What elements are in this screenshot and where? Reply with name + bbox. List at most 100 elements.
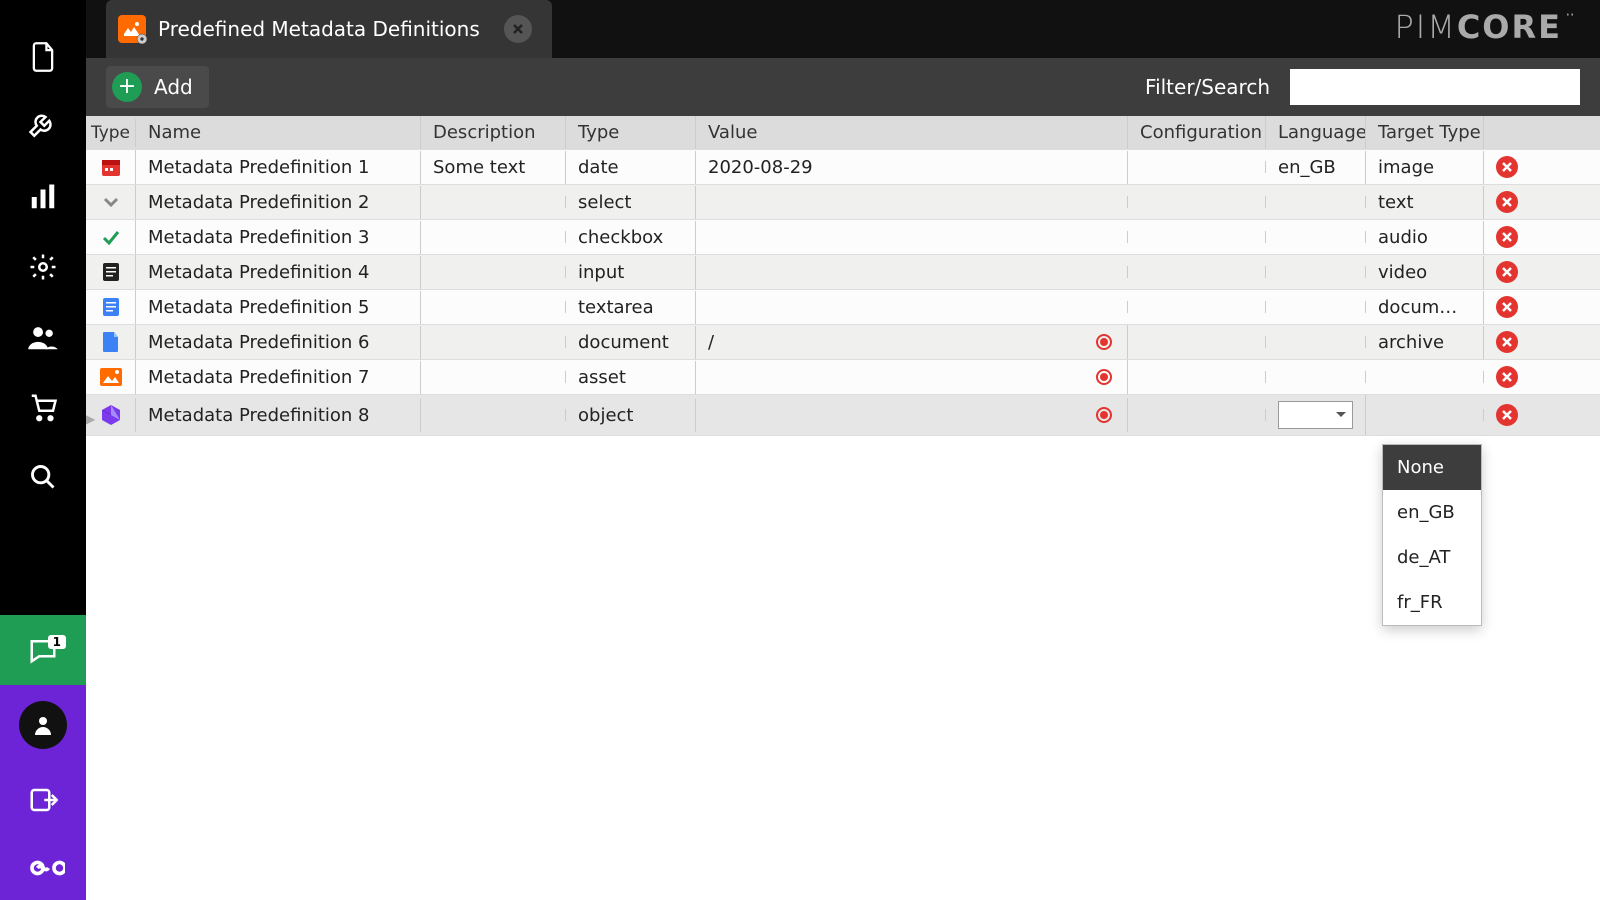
language-option[interactable]: de_AT [1383, 535, 1481, 580]
row-type[interactable]: textarea [566, 291, 696, 324]
row-language[interactable] [1266, 231, 1366, 243]
row-type[interactable]: select [566, 186, 696, 219]
row-config[interactable] [1128, 196, 1266, 208]
row-config[interactable] [1128, 161, 1266, 173]
language-option[interactable]: en_GB [1383, 490, 1481, 535]
language-select[interactable] [1278, 401, 1353, 429]
col-value[interactable]: Value [696, 116, 1128, 149]
row-description[interactable] [421, 231, 566, 243]
splitter-handle[interactable]: ▶ [86, 412, 98, 426]
row-value[interactable] [696, 266, 1128, 278]
col-type[interactable]: Type [566, 116, 696, 149]
table-row[interactable]: Metadata Predefinition 2 select text [86, 185, 1600, 220]
tab-close-button[interactable] [504, 15, 532, 43]
sidebar-search[interactable] [0, 442, 86, 512]
sidebar-settings[interactable] [0, 232, 86, 302]
row-name[interactable]: Metadata Predefinition 3 [136, 221, 421, 254]
delete-button[interactable] [1496, 156, 1518, 178]
filter-input[interactable] [1290, 69, 1580, 105]
language-option[interactable]: fr_FR [1383, 580, 1481, 625]
row-type[interactable]: asset [566, 361, 696, 394]
row-target[interactable]: video [1366, 256, 1484, 289]
row-type[interactable]: date [566, 151, 696, 184]
delete-button[interactable] [1496, 261, 1518, 283]
row-target[interactable]: image [1366, 151, 1484, 184]
row-type[interactable]: object [566, 399, 696, 432]
delete-button[interactable] [1496, 366, 1518, 388]
row-description[interactable] [421, 196, 566, 208]
sidebar-reports[interactable] [0, 162, 86, 232]
col-language[interactable]: Language [1266, 116, 1366, 149]
row-description[interactable] [421, 409, 566, 421]
language-option[interactable]: None [1383, 445, 1481, 490]
row-target[interactable] [1366, 409, 1484, 421]
row-value[interactable] [696, 398, 1128, 432]
row-target[interactable]: archive [1366, 326, 1484, 359]
table-row[interactable]: Metadata Predefinition 1 Some text date … [86, 150, 1600, 185]
row-value[interactable]: 2020-08-29 [696, 151, 1128, 184]
row-target[interactable] [1366, 371, 1484, 383]
row-language[interactable] [1266, 336, 1366, 348]
add-button[interactable]: + Add [106, 66, 209, 108]
row-value[interactable] [696, 301, 1128, 313]
row-config[interactable] [1128, 301, 1266, 313]
row-value[interactable] [696, 360, 1128, 394]
delete-button[interactable] [1496, 296, 1518, 318]
row-description[interactable] [421, 266, 566, 278]
row-config[interactable] [1128, 371, 1266, 383]
row-description[interactable] [421, 336, 566, 348]
row-config[interactable] [1128, 336, 1266, 348]
row-name[interactable]: Metadata Predefinition 5 [136, 291, 421, 324]
row-config[interactable] [1128, 231, 1266, 243]
row-value[interactable]: / [696, 325, 1128, 359]
row-target[interactable]: docum… [1366, 291, 1484, 324]
table-row[interactable]: Metadata Predefinition 4 input video [86, 255, 1600, 290]
row-target[interactable]: text [1366, 186, 1484, 219]
tab-metadata-definitions[interactable]: Predefined Metadata Definitions [106, 0, 552, 58]
delete-button[interactable] [1496, 331, 1518, 353]
table-row[interactable]: Metadata Predefinition 6 document / arch… [86, 325, 1600, 360]
row-description[interactable] [421, 371, 566, 383]
row-name[interactable]: Metadata Predefinition 4 [136, 256, 421, 289]
row-description[interactable]: Some text [421, 151, 566, 184]
row-name[interactable]: Metadata Predefinition 2 [136, 186, 421, 219]
sidebar-infinity[interactable] [0, 835, 86, 900]
row-language[interactable] [1266, 395, 1366, 435]
target-icon[interactable] [1093, 366, 1115, 388]
col-configuration[interactable]: Configuration [1128, 116, 1266, 149]
col-name[interactable]: Name [136, 116, 421, 149]
delete-button[interactable] [1496, 404, 1518, 426]
sidebar-profile[interactable] [0, 685, 86, 765]
row-name[interactable]: Metadata Predefinition 1 [136, 151, 421, 184]
sidebar-users[interactable] [0, 302, 86, 372]
row-language[interactable]: en_GB [1266, 151, 1366, 184]
row-value[interactable] [696, 231, 1128, 243]
row-language[interactable] [1266, 301, 1366, 313]
table-row[interactable]: Metadata Predefinition 8 object [86, 395, 1600, 436]
table-row[interactable]: Metadata Predefinition 5 textarea docum… [86, 290, 1600, 325]
row-language[interactable] [1266, 266, 1366, 278]
delete-button[interactable] [1496, 191, 1518, 213]
row-language[interactable] [1266, 196, 1366, 208]
row-type[interactable]: document [566, 326, 696, 359]
language-dropdown[interactable]: Noneen_GBde_ATfr_FR [1382, 444, 1482, 626]
row-type[interactable]: input [566, 256, 696, 289]
table-row[interactable]: Metadata Predefinition 7 asset [86, 360, 1600, 395]
row-language[interactable] [1266, 371, 1366, 383]
row-name[interactable]: Metadata Predefinition 8 [136, 399, 421, 432]
row-name[interactable]: Metadata Predefinition 7 [136, 361, 421, 394]
sidebar-tools[interactable] [0, 92, 86, 162]
sidebar-file[interactable] [0, 22, 86, 92]
row-config[interactable] [1128, 409, 1266, 421]
sidebar-notifications[interactable]: 1 [0, 615, 86, 685]
row-value[interactable] [696, 196, 1128, 208]
target-icon[interactable] [1093, 331, 1115, 353]
col-type-icon[interactable]: Type [86, 119, 136, 147]
sidebar-ecommerce[interactable] [0, 372, 86, 442]
delete-button[interactable] [1496, 226, 1518, 248]
target-icon[interactable] [1093, 404, 1115, 426]
sidebar-logout[interactable] [0, 765, 86, 835]
table-row[interactable]: Metadata Predefinition 3 checkbox audio [86, 220, 1600, 255]
row-config[interactable] [1128, 266, 1266, 278]
row-description[interactable] [421, 301, 566, 313]
